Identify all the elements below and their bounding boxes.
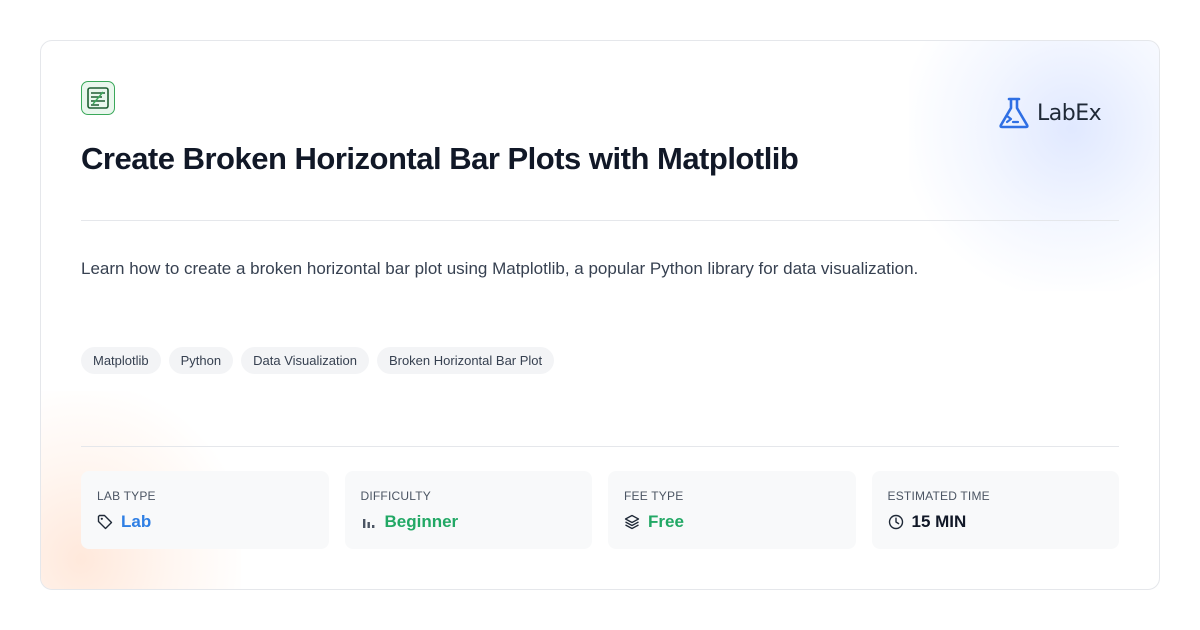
stat-difficulty: DIFFICULTY Beginner: [344, 471, 592, 549]
layers-icon: [624, 514, 640, 530]
logo-text: LabEx: [1037, 100, 1102, 126]
stat-value: Lab: [121, 512, 152, 531]
lab-description: Learn how to create a broken horizontal …: [81, 259, 919, 278]
stat-label: LAB TYPE: [97, 489, 156, 503]
divider-top: [81, 220, 1119, 221]
divider-bottom: [81, 446, 1119, 447]
tag-list: Matplotlib Python Data Visualization Bro…: [81, 347, 555, 374]
flask-icon: [999, 97, 1029, 129]
tag-python[interactable]: Python: [168, 347, 234, 374]
stat-value: Free: [648, 512, 684, 531]
lab-notebook-icon: [81, 81, 115, 115]
tag-data-visualization[interactable]: Data Visualization: [241, 347, 369, 374]
stat-value: 15 MIN: [911, 512, 967, 531]
stat-estimated-time: ESTIMATED TIME 15 MIN: [871, 471, 1119, 549]
clock-icon: [888, 514, 903, 530]
lab-card: LabEx Create Broken Horizontal Bar Plots…: [40, 40, 1160, 590]
bar-chart-icon: [362, 519, 374, 528]
stat-value: Beginner: [384, 512, 459, 531]
labex-logo: LabEx: [997, 96, 1102, 130]
tag-matplotlib[interactable]: Matplotlib: [81, 347, 161, 374]
stat-label: ESTIMATED TIME: [887, 489, 990, 503]
tag-broken-horizontal-bar-plot[interactable]: Broken Horizontal Bar Plot: [376, 347, 555, 374]
stat-label: DIFFICULTY: [360, 489, 431, 503]
stats-row: LAB TYPE Lab DIFFICULTY Beginner FEE TYP…: [81, 471, 1119, 549]
stat-lab-type: LAB TYPE Lab: [81, 471, 329, 549]
page-title: Create Broken Horizontal Bar Plots with …: [81, 141, 799, 176]
stat-label: FEE TYPE: [624, 489, 684, 503]
stat-fee-type: FEE TYPE Free: [608, 471, 856, 549]
tag-icon: [97, 514, 113, 530]
decorative-glow-blue: [909, 41, 1159, 291]
